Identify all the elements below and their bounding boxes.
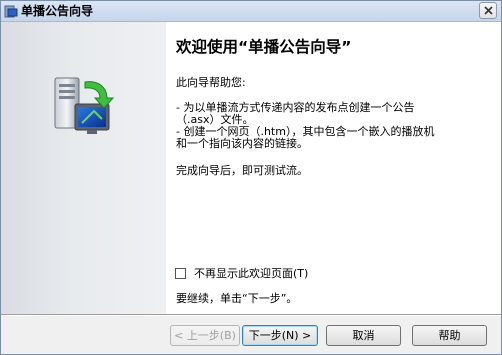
wizard-window: 单播公告向导 欢迎使用“单播公告向导” 此向导帮助您: - 为以单播流方式传递内… <box>0 0 502 355</box>
completion-text: 完成向导后，即可测试流。 <box>176 164 308 177</box>
server-monitor-icon <box>54 77 115 134</box>
wizard-content: 欢迎使用“单播公告向导” 此向导帮助您: - 为以单播流方式传递内容的发布点创建… <box>166 22 501 314</box>
next-button[interactable]: 下一步(N) > <box>242 325 318 346</box>
wizard-button-bar: < 上一步(B) 下一步(N) > 取消 帮助 <box>1 316 501 354</box>
window-title: 单播公告向导 <box>21 4 94 18</box>
title-bar[interactable]: 单播公告向导 <box>1 1 501 22</box>
cancel-button[interactable]: 取消 <box>326 325 401 346</box>
dont-show-welcome-option[interactable]: 不再显示此欢迎页面(T) <box>175 266 308 280</box>
close-icon <box>484 6 493 15</box>
dont-show-welcome-checkbox[interactable] <box>175 267 186 279</box>
intro-text: 此向导帮助您: <box>176 76 246 89</box>
help-button[interactable]: 帮助 <box>412 325 487 346</box>
back-button[interactable]: < 上一步(B) <box>170 325 240 346</box>
bullet-2-line-2: 和一个指向该内容的链接。 <box>176 137 308 150</box>
dont-show-welcome-label[interactable]: 不再显示此欢迎页面(T) <box>194 265 308 281</box>
wizard-banner-panel <box>1 22 166 314</box>
close-button[interactable] <box>479 2 497 19</box>
continue-instruction: 要继续，单击“下一步”。 <box>176 292 298 305</box>
wizard-app-icon <box>4 5 18 18</box>
wizard-heading: 欢迎使用“单播公告向导” <box>176 38 352 56</box>
